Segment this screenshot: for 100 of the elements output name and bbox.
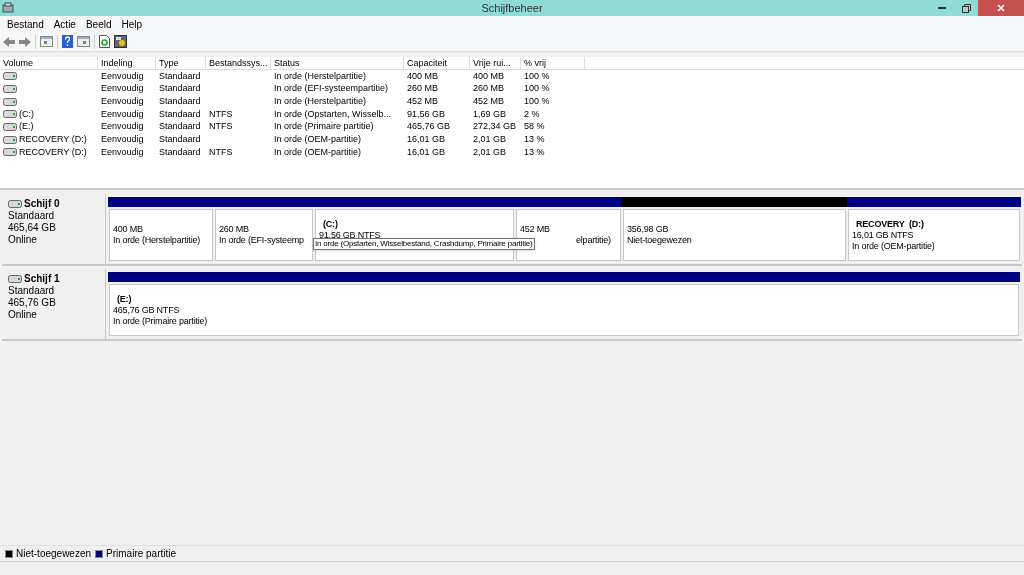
table-cell-text: In orde (Herstelpartitie)	[274, 69, 367, 83]
partition-size: 16,01 GB NTFS	[852, 229, 914, 241]
partition-size: 356,98 GB	[627, 224, 669, 235]
column-header[interactable]: Volume	[0, 57, 98, 69]
panel-icon[interactable]	[40, 36, 53, 47]
column-header[interactable]: Bestandssys...	[206, 57, 271, 69]
table-cell: 465,76 GB	[407, 120, 451, 134]
table-cell-text: Eenvoudig	[101, 94, 144, 108]
disk-status: Online	[8, 309, 38, 321]
drive-icon	[3, 123, 17, 132]
partition-size: 400 MB	[113, 224, 143, 235]
table-cell-text: Standaard	[159, 145, 201, 159]
partition-status: In orde (EFI-systeemp	[219, 235, 304, 246]
menu-item[interactable]: Help	[116, 16, 148, 32]
forward-arrow-icon[interactable]	[19, 36, 31, 47]
table-cell-text: NTFS	[209, 145, 233, 159]
partition-box[interactable]: RECOVERY (D:) 16,01 GB NTFS In orde (OEM-partitie)	[848, 209, 1020, 261]
table-cell-text: 16,01 GB	[407, 145, 446, 159]
properties-icon[interactable]	[114, 35, 127, 48]
partition-box[interactable]: 260 MB In orde (EFI-systeemp	[215, 209, 313, 261]
table-cell-text: 100 %	[524, 94, 550, 108]
table-cell-text: Eenvoudig	[101, 107, 144, 121]
table-cell: Eenvoudig	[101, 133, 144, 147]
table-cell: RECOVERY (D:)	[19, 133, 87, 147]
partition-box[interactable]: (E:) 465,76 GB NTFS In orde (Primaire partitie)	[109, 284, 1019, 336]
table-cell: Eenvoudig	[101, 82, 144, 96]
partition-status: Niet-toegewezen	[627, 235, 692, 246]
disk-name: Schijf 1	[24, 273, 60, 285]
table-cell: 16,01 GB	[407, 133, 446, 147]
partition-size: 260 MB	[219, 224, 249, 235]
panel-icon[interactable]	[77, 36, 90, 47]
table-cell-text: 452 MB	[407, 94, 439, 108]
table-cell-text: 1,69 GB	[473, 107, 507, 121]
table-cell-text: 452 MB	[473, 94, 505, 108]
column-header[interactable]: Capaciteit	[404, 57, 470, 69]
disk-type: Standaard	[8, 210, 56, 222]
table-cell: Standaard	[159, 82, 201, 96]
table-cell: Standaard	[159, 120, 201, 134]
table-cell-text: NTFS	[209, 107, 233, 121]
menu-item[interactable]: Beeld	[80, 16, 117, 32]
column-header[interactable]: Status	[271, 57, 404, 69]
disk-size: 465,76 GB	[8, 297, 57, 309]
refresh-icon[interactable]	[99, 35, 110, 48]
table-cell-text: (C:)	[19, 107, 34, 121]
column-header[interactable]: Vrije rui...	[470, 57, 521, 69]
column-header[interactable]: % vrij	[521, 57, 585, 69]
menu-item[interactable]: Bestand	[2, 16, 49, 32]
table-cell-text: In orde (OEM-partitie)	[274, 145, 362, 159]
drive-icon	[3, 72, 17, 81]
partition-box[interactable]: 356,98 GB Niet-toegewezen	[623, 209, 846, 261]
menu-item[interactable]: Actie	[48, 16, 81, 32]
drive-icon	[3, 135, 17, 144]
back-arrow-icon[interactable]	[3, 36, 15, 47]
partition-status: elpartitie)	[576, 235, 611, 246]
disk-size: 465,64 GB	[8, 222, 57, 234]
table-cell: In orde (Primaire partitie)	[274, 120, 374, 134]
table-cell-text: In orde (Opstarten, Wisselb...	[274, 107, 392, 121]
table-cell: 58 %	[524, 120, 545, 134]
table-cell-text: RECOVERY (D:)	[19, 145, 87, 159]
table-cell: NTFS	[209, 120, 233, 134]
table-cell-text: 100 %	[524, 69, 550, 83]
drive-icon	[8, 275, 22, 283]
table-cell-text: Standaard	[159, 107, 201, 121]
partition-status: In orde (Primaire partitie)	[113, 315, 208, 327]
column-header[interactable]: Type	[156, 57, 206, 69]
table-cell-text: Standaard	[159, 69, 201, 83]
disk-management-icon	[2, 2, 14, 14]
partition-name: RECOVERY (D:)	[855, 218, 924, 230]
partition-size: 91,56 GB NTFS	[319, 229, 381, 241]
table-cell-text: 2 %	[524, 107, 540, 121]
legend-label: Niet-toegewezen	[16, 547, 92, 561]
disk-type: Standaard	[8, 285, 56, 297]
table-cell-text: Eenvoudig	[101, 145, 144, 159]
minimize-icon	[938, 7, 946, 9]
partition-name: (C:)	[322, 218, 338, 230]
table-cell: 2,01 GB	[473, 133, 507, 147]
table-cell-text: 91,56 GB	[407, 107, 446, 121]
window-title: Schijfbeheer	[481, 0, 543, 16]
help-icon[interactable]	[62, 35, 73, 48]
partition-size: 452 MB	[520, 224, 550, 235]
table-cell: 260 MB	[473, 82, 505, 96]
drive-icon	[8, 200, 22, 208]
column-header[interactable]: Indeling	[98, 57, 156, 69]
table-cell-text: Standaard	[159, 94, 201, 108]
table-cell: In orde (OEM-partitie)	[274, 133, 362, 147]
partition-box[interactable]: 400 MB In orde (Herstelpartitie)	[109, 209, 213, 261]
table-cell: 272,34 GB	[473, 120, 517, 134]
partition-status: In orde (Herstelpartitie)	[113, 235, 201, 246]
table-cell-text: 2,01 GB	[473, 145, 507, 159]
table-cell: In orde (EFI-systeempartitie)	[274, 82, 389, 96]
tooltip: In orde (Opstarten, Wisselbestand, Crashdump, Primaire partitie)	[313, 238, 535, 250]
table-cell: Eenvoudig	[101, 120, 144, 134]
legend-label: Primaire partitie	[106, 547, 177, 561]
drive-icon	[3, 85, 17, 94]
table-cell-text: Eenvoudig	[101, 69, 144, 83]
restore-icon	[961, 3, 971, 13]
table-cell-text: 13 %	[524, 145, 545, 159]
partition-name: (E:)	[116, 293, 132, 305]
disk-status: Online	[8, 234, 38, 246]
drive-icon	[3, 148, 17, 157]
